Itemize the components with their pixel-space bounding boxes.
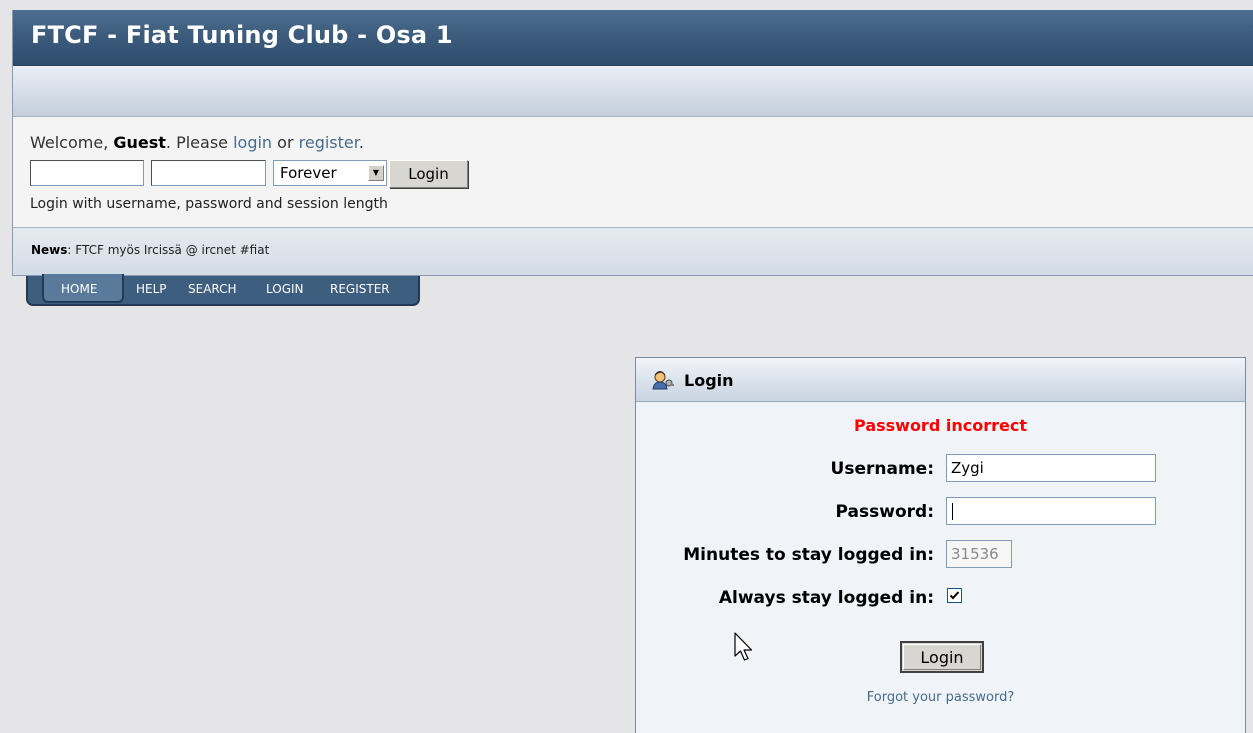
- tab-search[interactable]: SEARCH: [188, 282, 237, 296]
- username-label: Username:: [830, 459, 934, 479]
- forgot-password-link[interactable]: Forgot your password?: [636, 690, 1245, 705]
- login-panel: Login Password incorrect Username: Zygi …: [635, 357, 1246, 733]
- login-submit-button[interactable]: Login: [900, 641, 984, 673]
- password-label: Password:: [835, 502, 934, 522]
- tab-help[interactable]: HELP: [136, 282, 167, 296]
- login-submit-label: Login: [920, 648, 964, 667]
- header-strip: [13, 67, 1253, 117]
- session-length-select[interactable]: Forever ▼: [273, 160, 387, 186]
- register-link[interactable]: register: [299, 133, 359, 152]
- forum-title: FTCF - Fiat Tuning Club - Osa 1: [31, 21, 453, 49]
- welcome-or: or: [272, 133, 299, 152]
- tab-login[interactable]: LOGIN: [266, 282, 304, 296]
- quick-username-input[interactable]: [30, 160, 144, 186]
- dropdown-arrow-icon[interactable]: ▼: [368, 165, 384, 181]
- username-field[interactable]: Zygi: [946, 454, 1156, 482]
- quick-login-button[interactable]: Login: [389, 160, 468, 188]
- news-content: : FTCF myös Ircissä @ ircnet #fiat: [67, 243, 270, 257]
- news-label: News: [31, 243, 68, 257]
- password-field[interactable]: [946, 497, 1156, 525]
- news-bar: News: FTCF myös Ircissä @ ircnet #fiat: [13, 227, 1253, 275]
- minutes-label: Minutes to stay logged in:: [683, 545, 934, 565]
- tab-register[interactable]: REGISTER: [330, 282, 390, 296]
- login-hint-text: Login with username, password and sessio…: [30, 196, 388, 212]
- tab-home-label[interactable]: HOME: [61, 282, 97, 296]
- mouse-pointer-icon: [734, 632, 753, 661]
- login-link[interactable]: login: [233, 133, 272, 152]
- welcome-suffix: .: [358, 133, 364, 152]
- always-stay-checkbox[interactable]: [947, 588, 962, 603]
- text-caret: [952, 503, 953, 520]
- login-panel-header: Login: [636, 358, 1245, 402]
- user-welcome-area: Welcome, Guest. Please login or register…: [13, 118, 1253, 226]
- title-bar: FTCF - Fiat Tuning Club - Osa 1: [13, 10, 1253, 66]
- login-user-icon: [652, 371, 674, 390]
- guest-name: Guest: [113, 133, 166, 152]
- checkmark-icon: [949, 591, 960, 600]
- session-length-value: Forever: [280, 164, 337, 182]
- login-panel-title: Login: [684, 371, 734, 390]
- news-text: News: FTCF myös Ircissä @ ircnet #fiat: [31, 243, 269, 257]
- minutes-field[interactable]: 31536: [946, 540, 1012, 568]
- welcome-text: Welcome, Guest. Please login or register…: [30, 133, 364, 152]
- page-header-frame: FTCF - Fiat Tuning Club - Osa 1 Welcome,…: [12, 10, 1253, 276]
- always-stay-label: Always stay logged in:: [718, 588, 934, 608]
- login-panel-body: Password incorrect Username: Zygi Passwo…: [636, 403, 1245, 733]
- welcome-prefix: Welcome,: [30, 133, 114, 152]
- main-menu-tabs: HOME HELP SEARCH LOGIN REGISTER: [26, 274, 420, 306]
- error-message: Password incorrect: [854, 416, 1027, 435]
- quick-password-input[interactable]: [151, 160, 266, 186]
- welcome-middle: . Please: [165, 133, 234, 152]
